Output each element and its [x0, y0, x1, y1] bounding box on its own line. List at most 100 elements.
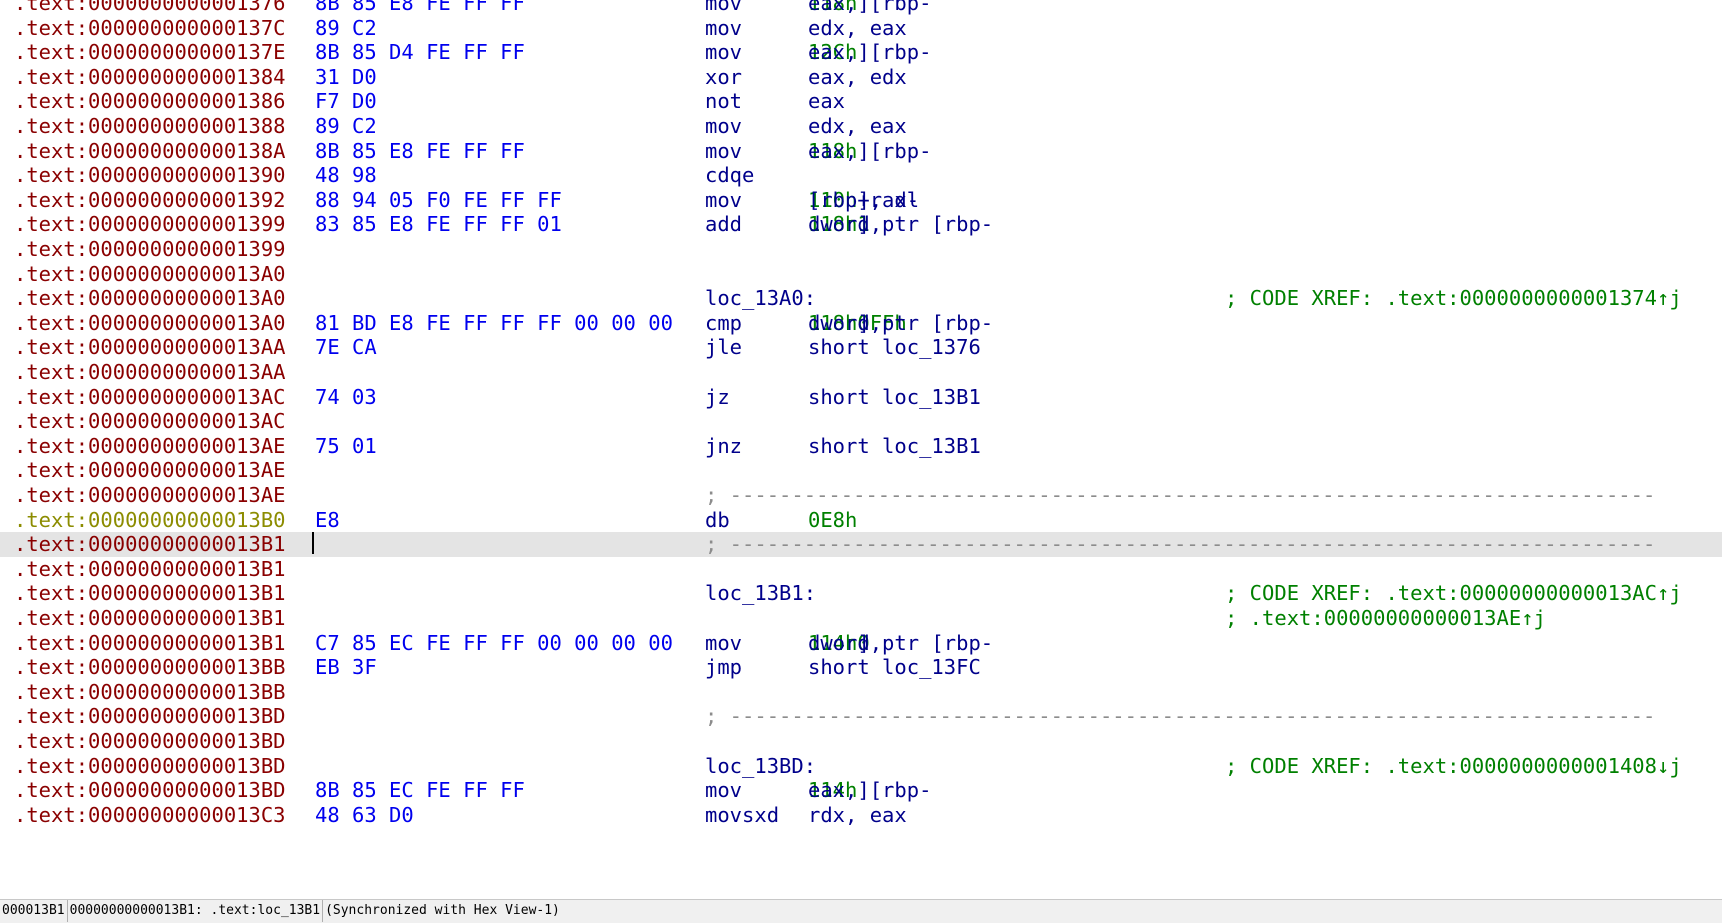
- listing-line[interactable]: .text:00000000000013BB: [0, 680, 1722, 705]
- opcode-bytes[interactable]: 81 BD E8 FE FF FF FF 00 00 00: [315, 311, 673, 336]
- listing-line[interactable]: .text:00000000000013AC: [0, 409, 1722, 434]
- operand-text[interactable]: ]: [857, 40, 869, 65]
- instruction-operands[interactable]: eax, [rbp- 12Ch]: [808, 40, 931, 65]
- instruction-mnemonic[interactable]: mov: [705, 778, 742, 803]
- operand-number[interactable]: 0E8h: [808, 508, 857, 532]
- listing-line[interactable]: .text:00000000000013BD loc_13BD: ; CODE XR…: [0, 754, 1722, 779]
- listing-line[interactable]: .text:00000000000013BB EB 3F jmp short loc_…: [0, 655, 1722, 680]
- opcode-bytes[interactable]: 83 85 E8 FE FF FF 01: [315, 212, 562, 237]
- listing-line[interactable]: .text:00000000000013AE: [0, 458, 1722, 483]
- line-address[interactable]: .text:0000000000001399: [14, 212, 286, 237]
- operand-text[interactable]: rdx, eax: [808, 803, 907, 828]
- listing-line[interactable]: .text:00000000000013A0: [0, 262, 1722, 287]
- line-address[interactable]: .text:0000000000001390: [14, 163, 286, 188]
- opcode-bytes[interactable]: 74 03: [315, 385, 377, 410]
- opcode-bytes[interactable]: 89 C2: [315, 16, 377, 41]
- line-address[interactable]: .text:0000000000001399: [14, 237, 286, 262]
- code-label[interactable]: loc_13A0:: [705, 286, 816, 311]
- opcode-bytes[interactable]: 7E CA: [315, 335, 377, 360]
- operand-text[interactable]: ]: [857, 139, 869, 164]
- line-address[interactable]: .text:000000000000137C: [14, 16, 286, 41]
- line-address[interactable]: .text:00000000000013B0: [14, 508, 286, 533]
- listing-line[interactable]: .text:00000000000013AC 74 03 jz short loc_1…: [0, 385, 1722, 410]
- operand-text[interactable]: edx, eax: [808, 114, 907, 139]
- operand-text[interactable]: short loc_13B1: [808, 434, 981, 459]
- listing-line[interactable]: .text:00000000000013AA: [0, 360, 1722, 385]
- operand-text[interactable]: eax, edx: [808, 65, 907, 90]
- line-address[interactable]: .text:00000000000013AA: [14, 335, 286, 360]
- listing-line[interactable]: .text:0000000000001399 83 85 E8 FE FF FF …: [0, 212, 1722, 237]
- instruction-mnemonic[interactable]: add: [705, 212, 742, 237]
- instruction-mnemonic[interactable]: mov: [705, 16, 742, 41]
- operand-text[interactable]: short loc_1376: [808, 335, 981, 360]
- line-address[interactable]: .text:00000000000013A0: [14, 262, 286, 287]
- opcode-bytes[interactable]: EB 3F: [315, 655, 377, 680]
- operand-text[interactable]: dword ptr [rbp-: [808, 631, 993, 656]
- disassembly-listing[interactable]: .text:0000000000001376 8B 85 E8 FE FF FF m…: [0, 0, 1722, 899]
- operand-text[interactable]: dword ptr [rbp-: [808, 311, 993, 336]
- line-address[interactable]: .text:00000000000013BB: [14, 655, 286, 680]
- instruction-mnemonic[interactable]: not: [705, 89, 742, 114]
- instruction-mnemonic[interactable]: jnz: [705, 434, 742, 459]
- opcode-bytes[interactable]: C7 85 EC FE FF FF 00 00 00 00: [315, 631, 673, 656]
- opcode-bytes[interactable]: 8B 85 E8 FE FF FF: [315, 0, 525, 16]
- line-address[interactable]: .text:00000000000013AA: [14, 360, 286, 385]
- instruction-mnemonic[interactable]: mov: [705, 0, 742, 16]
- listing-line[interactable]: .text:000000000000137E 8B 85 D4 FE FF FF m…: [0, 40, 1722, 65]
- line-address[interactable]: .text:000000000000137E: [14, 40, 286, 65]
- listing-line[interactable]: .text:00000000000013A0 loc_13A0: ; CODE XR…: [0, 286, 1722, 311]
- line-address[interactable]: .text:00000000000013B1: [14, 631, 286, 656]
- operand-text[interactable]: ]: [857, 778, 869, 803]
- line-address[interactable]: .text:00000000000013B1: [14, 532, 286, 557]
- listing-line[interactable]: .text:00000000000013AE 75 01 jnz short loc_…: [0, 434, 1722, 459]
- instruction-mnemonic[interactable]: jz: [705, 385, 730, 410]
- instruction-mnemonic[interactable]: mov: [705, 40, 742, 65]
- line-address[interactable]: .text:00000000000013AE: [14, 483, 286, 508]
- opcode-bytes[interactable]: 8B 85 E8 FE FF FF: [315, 139, 525, 164]
- listing-line[interactable]: .text:0000000000001399: [0, 237, 1722, 262]
- operand-text[interactable]: ],: [857, 212, 894, 237]
- instruction-operands[interactable]: eax, [rbp- 118h]: [808, 139, 931, 164]
- listing-line[interactable]: .text:00000000000013B1: [0, 557, 1722, 582]
- line-address[interactable]: .text:00000000000013B1: [14, 557, 286, 582]
- listing-line[interactable]: .text:0000000000001376 8B 85 E8 FE FF FF m…: [0, 0, 1722, 16]
- instruction-mnemonic[interactable]: db: [705, 508, 730, 533]
- operand-text[interactable]: dword ptr [rbp-: [808, 212, 993, 237]
- listing-line[interactable]: .text:00000000000013BD ; ----------------…: [0, 704, 1722, 729]
- listing-line[interactable]: .text:00000000000013C3 48 63 D0 movsxd rdx,…: [0, 803, 1722, 828]
- instruction-operands[interactable]: dword ptr [rbp- 118h], 0FFh: [808, 311, 993, 336]
- listing-line[interactable]: .text:000000000000138A 8B 85 E8 FE FF FF m…: [0, 139, 1722, 164]
- opcode-bytes[interactable]: 48 63 D0: [315, 803, 414, 828]
- listing-line[interactable]: .text:00000000000013BD: [0, 729, 1722, 754]
- listing-line[interactable]: .text:0000000000001386 F7 D0 not eax: [0, 89, 1722, 114]
- opcode-bytes[interactable]: 89 C2: [315, 114, 377, 139]
- operand-text[interactable]: eax: [808, 89, 845, 114]
- line-address[interactable]: .text:00000000000013C3: [14, 803, 286, 828]
- instruction-operands[interactable]: [rbp+rax- 110h], dl: [808, 188, 919, 213]
- instruction-operands[interactable]: dword ptr [rbp- 114h], 0: [808, 631, 993, 656]
- listing-line[interactable]: .text:00000000000013B1 C7 85 EC FE FF FF …: [0, 631, 1722, 656]
- operand-text[interactable]: ], dl: [857, 188, 919, 213]
- line-address[interactable]: .text:0000000000001384: [14, 65, 286, 90]
- listing-line[interactable]: .text:00000000000013B0 E8 db 0E8h: [0, 508, 1722, 533]
- line-address[interactable]: .text:00000000000013B1: [14, 581, 286, 606]
- listing-line[interactable]: .text:0000000000001388 89 C2 mov edx, eax: [0, 114, 1722, 139]
- listing-line[interactable]: .text:000000000000137C 89 C2 mov edx, eax: [0, 16, 1722, 41]
- instruction-operands[interactable]: 0E8h: [808, 508, 857, 533]
- instruction-mnemonic[interactable]: mov: [705, 114, 742, 139]
- xref-comment[interactable]: ; CODE XREF: .text:0000000000001408↓j: [1225, 754, 1682, 779]
- listing-line[interactable]: .text:00000000000013A0 81 BD E8 FE FF FF …: [0, 311, 1722, 336]
- instruction-mnemonic[interactable]: movsxd: [705, 803, 779, 828]
- instruction-mnemonic[interactable]: xor: [705, 65, 742, 90]
- line-address[interactable]: .text:00000000000013BD: [14, 729, 286, 754]
- opcode-bytes[interactable]: 8B 85 D4 FE FF FF: [315, 40, 525, 65]
- operand-text[interactable]: short loc_13FC: [808, 655, 981, 680]
- line-address[interactable]: .text:00000000000013A0: [14, 286, 286, 311]
- line-address[interactable]: .text:00000000000013B1: [14, 606, 286, 631]
- instruction-mnemonic[interactable]: cdqe: [705, 163, 754, 188]
- line-address[interactable]: .text:0000000000001386: [14, 89, 286, 114]
- line-address[interactable]: .text:00000000000013BD: [14, 754, 286, 779]
- code-label[interactable]: loc_13BD:: [705, 754, 816, 779]
- opcode-bytes[interactable]: F7 D0: [315, 89, 377, 114]
- line-address[interactable]: .text:00000000000013BD: [14, 778, 286, 803]
